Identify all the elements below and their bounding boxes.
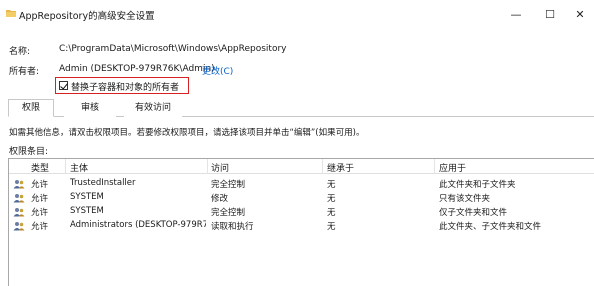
table-row[interactable]: 允许 SYSTEM 完全控制 无 仅子文件夹和文件 xyxy=(9,205,594,219)
column-divider[interactable] xyxy=(322,159,323,174)
user-group-icon xyxy=(13,222,25,231)
column-header-access[interactable]: 访问 xyxy=(211,161,229,174)
row-type: 允许 xyxy=(31,208,49,218)
owner-value: Admin (DESKTOP-979R76K\Admin) xyxy=(59,64,215,74)
name-label: 名称: xyxy=(9,47,31,57)
row-access: 完全控制 xyxy=(211,180,246,190)
row-type: 允许 xyxy=(31,194,49,204)
row-access: 完全控制 xyxy=(211,208,246,218)
column-header-inherited-from[interactable]: 继承于 xyxy=(327,161,354,174)
tab-auditing[interactable]: 审核 xyxy=(64,100,116,117)
row-applies-to: 此文件夹、子文件夹和文件 xyxy=(439,222,542,232)
row-access: 读取和执行 xyxy=(211,222,254,232)
instructions-text: 如需其他信息，请双击权限项目。若要修改权限项目，请选择该项目并单击“编辑”(如果… xyxy=(9,128,365,138)
user-group-icon xyxy=(13,208,25,217)
column-header-type[interactable]: 类型 xyxy=(31,161,49,174)
maximize-icon[interactable]: ☐ xyxy=(535,0,565,28)
row-principal: SYSTEM xyxy=(70,192,104,202)
window-title: AppRepository的高级安全设置 xyxy=(19,11,155,22)
row-inherited-from: 无 xyxy=(327,194,336,204)
row-type: 允许 xyxy=(31,180,49,190)
tab-permissions[interactable]: 权限 xyxy=(8,99,54,117)
user-group-icon xyxy=(13,180,25,189)
row-access: 修改 xyxy=(211,194,229,204)
row-inherited-from: 无 xyxy=(327,222,336,232)
row-applies-to: 仅子文件夹和文件 xyxy=(439,208,508,218)
column-divider[interactable] xyxy=(65,159,66,174)
title-bar: AppRepository的高级安全设置 — ☐ ✕ xyxy=(0,0,594,28)
owner-label: 所有者: xyxy=(9,67,40,77)
column-divider[interactable] xyxy=(207,159,208,174)
column-divider[interactable] xyxy=(434,159,435,174)
row-principal: Administrators (DESKTOP-979R7... xyxy=(70,220,206,230)
change-owner-link[interactable]: 更改(C) xyxy=(202,64,233,77)
row-inherited-from: 无 xyxy=(327,180,336,190)
table-row[interactable]: 允许 SYSTEM 修改 无 只有该文件夹 xyxy=(9,191,594,205)
tab-effective-access[interactable]: 有效访问 xyxy=(124,100,182,117)
row-principal: SYSTEM xyxy=(70,206,104,216)
permission-entries-table[interactable]: 类型 主体 访问 继承于 应用于 允许 TrustedInstaller 完全控… xyxy=(8,158,594,286)
column-header-principal[interactable]: 主体 xyxy=(70,161,206,174)
close-icon[interactable]: ✕ xyxy=(565,0,594,28)
replace-owner-label[interactable]: 替换子容器和对象的所有者 xyxy=(71,80,179,93)
row-inherited-from: 无 xyxy=(327,208,336,218)
replace-owner-checkbox[interactable] xyxy=(59,81,68,90)
row-type: 允许 xyxy=(31,222,49,232)
column-header-applies-to[interactable]: 应用于 xyxy=(439,161,466,174)
table-row[interactable]: 允许 TrustedInstaller 完全控制 无 此文件夹和子文件夹 xyxy=(9,177,594,191)
user-group-icon xyxy=(13,194,25,203)
table-row[interactable]: 允许 Administrators (DESKTOP-979R7... 读取和执… xyxy=(9,219,594,233)
folder-icon xyxy=(6,10,16,17)
row-applies-to: 只有该文件夹 xyxy=(439,194,491,204)
permission-entries-label: 权限条目: xyxy=(9,147,49,157)
row-principal: TrustedInstaller xyxy=(70,178,136,188)
name-value: C:\ProgramData\Microsoft\Windows\AppRepo… xyxy=(59,44,287,54)
row-applies-to: 此文件夹和子文件夹 xyxy=(439,180,516,190)
table-header: 类型 主体 访问 继承于 应用于 xyxy=(9,159,594,174)
minimize-icon[interactable]: — xyxy=(501,0,531,28)
